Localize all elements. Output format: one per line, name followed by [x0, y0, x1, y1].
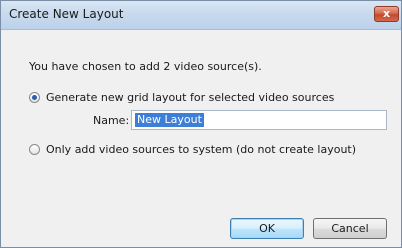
add-only-radio[interactable] [29, 144, 40, 155]
ok-button[interactable]: OK [230, 218, 304, 239]
close-icon: x [382, 7, 391, 20]
generate-layout-label: Generate new grid layout for selected vi… [46, 91, 335, 104]
create-new-layout-dialog: Create New Layout x You have chosen to a… [0, 0, 402, 248]
option-add-only[interactable]: Only add video sources to system (do not… [29, 143, 356, 156]
dialog-title: Create New Layout [9, 7, 124, 21]
title-bar[interactable]: Create New Layout x [1, 1, 401, 30]
name-label: Name: [93, 114, 130, 127]
generate-layout-radio[interactable] [29, 92, 40, 103]
name-input[interactable]: New Layout [131, 110, 387, 130]
option-generate-layout[interactable]: Generate new grid layout for selected vi… [29, 91, 334, 104]
info-message: You have chosen to add 2 video source(s)… [29, 60, 262, 73]
name-input-value: New Layout [135, 113, 204, 127]
close-button[interactable]: x [374, 6, 399, 22]
cancel-button[interactable]: Cancel [313, 218, 387, 239]
dialog-body: You have chosen to add 2 video source(s)… [7, 30, 395, 242]
add-only-label: Only add video sources to system (do not… [46, 143, 357, 156]
